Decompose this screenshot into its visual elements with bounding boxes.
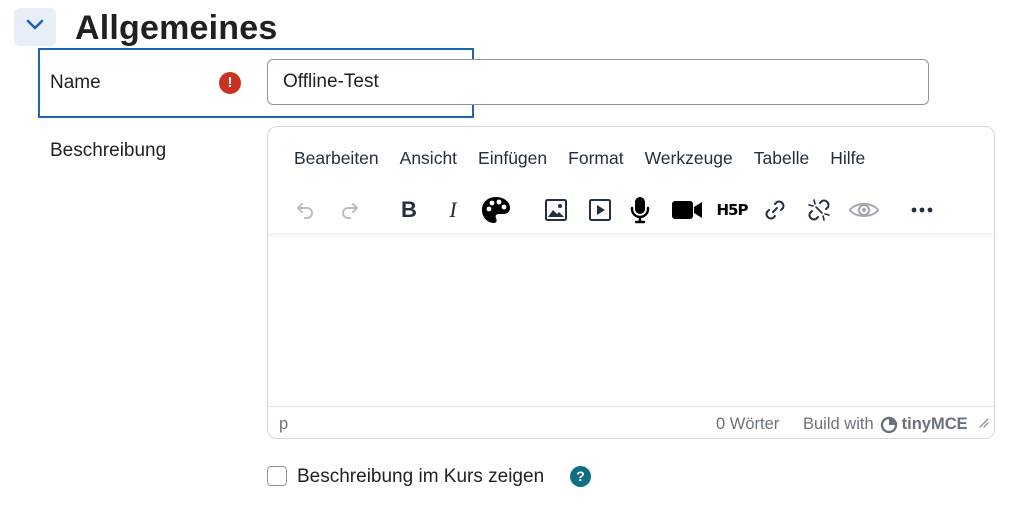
section-title: Allgemeines <box>75 9 278 47</box>
italic-icon[interactable]: I <box>436 193 470 227</box>
redo-icon[interactable] <box>333 193 367 227</box>
tinymce-logo-icon <box>880 416 898 434</box>
tinymce-wordmark: tinyMCE <box>901 415 968 433</box>
microphone-icon[interactable] <box>623 193 657 227</box>
word-count[interactable]: 0 Wörter <box>716 415 779 434</box>
more-icon[interactable] <box>905 193 939 227</box>
bold-icon[interactable]: B <box>392 193 426 227</box>
image-icon[interactable] <box>539 193 573 227</box>
show-description-checkbox[interactable] <box>267 466 287 486</box>
link-icon[interactable] <box>758 193 792 227</box>
collapse-section-button[interactable] <box>14 8 56 46</box>
menu-table[interactable]: Tabelle <box>744 144 819 173</box>
video-camera-icon[interactable] <box>670 193 704 227</box>
rich-text-editor: Bearbeiten Ansicht Einfügen Format Werkz… <box>267 126 995 439</box>
menu-format[interactable]: Format <box>558 144 633 173</box>
exclamation-circle-icon: ! <box>219 72 241 94</box>
editor-content-area[interactable] <box>268 237 994 407</box>
editor-statusbar: p 0 Wörter Build with tinyMCE <box>268 406 994 438</box>
menu-view[interactable]: Ansicht <box>390 144 467 173</box>
show-description-label: Beschreibung im Kurs zeigen <box>297 466 545 487</box>
menu-insert[interactable]: Einfügen <box>468 144 557 173</box>
menu-tools[interactable]: Werkzeuge <box>635 144 743 173</box>
menu-edit[interactable]: Bearbeiten <box>284 144 389 173</box>
build-with-text: Build with <box>803 415 874 433</box>
resize-handle-icon[interactable] <box>977 414 989 433</box>
description-label: Beschreibung <box>50 140 167 161</box>
element-path[interactable]: p <box>279 415 288 434</box>
undo-icon[interactable] <box>288 193 322 227</box>
unlink-icon[interactable] <box>802 193 836 227</box>
form-page: Allgemeines Name ! Beschreibung Bearbeit… <box>0 0 1020 509</box>
tinymce-branding[interactable]: Build with tinyMCE <box>803 415 968 434</box>
editor-menubar: Bearbeiten Ansicht Einfügen Format Werkz… <box>268 141 876 175</box>
chevron-down-icon <box>26 18 44 36</box>
media-icon[interactable] <box>583 193 617 227</box>
name-input[interactable] <box>267 59 929 105</box>
help-icon[interactable]: ? <box>570 466 591 487</box>
menu-help[interactable]: Hilfe <box>820 144 875 173</box>
palette-icon[interactable] <box>479 193 513 227</box>
name-label: Name <box>50 72 101 93</box>
h5p-icon[interactable]: H5P <box>712 193 752 227</box>
eye-icon[interactable] <box>846 193 882 227</box>
editor-toolbar: B I H5P <box>268 185 994 233</box>
